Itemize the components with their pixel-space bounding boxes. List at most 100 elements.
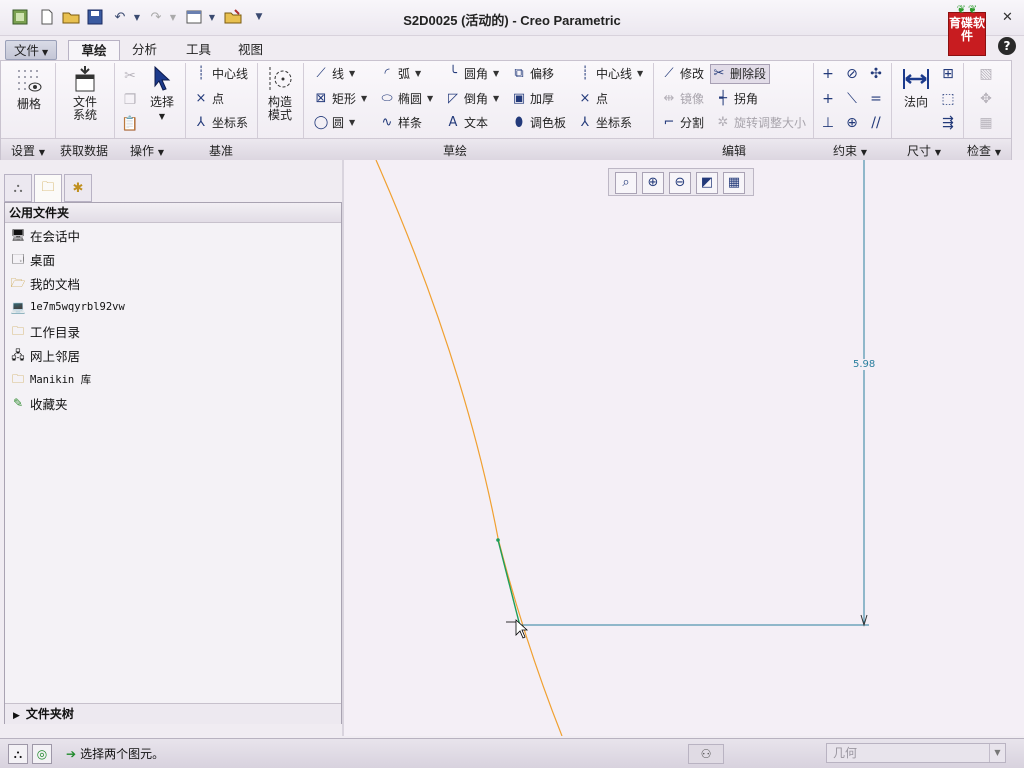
status-message-text: 选择两个图元。 bbox=[80, 747, 165, 761]
thicken-button[interactable]: ▣ 加厚 bbox=[511, 89, 554, 109]
ellipse-button[interactable]: ⬭ 椭圆 ▼ bbox=[379, 89, 433, 109]
datum-point-button[interactable]: × 点 bbox=[193, 89, 224, 109]
zoom-in-icon[interactable]: ⊕ bbox=[642, 172, 664, 194]
delete-segment-button[interactable]: ✂ 删除段 bbox=[710, 64, 771, 84]
group-editing: 编辑 bbox=[722, 144, 747, 158]
sketch-centerline-button[interactable]: ┊ 中心线 ▼ bbox=[577, 64, 643, 84]
symmetric-constraint-icon[interactable]: ⊕ bbox=[843, 114, 861, 132]
construction-mode-icon bbox=[269, 67, 292, 91]
coincident-constraint-icon[interactable]: ⟍ bbox=[843, 90, 861, 108]
group-dimension[interactable]: 尺寸 ▼ bbox=[907, 142, 941, 159]
nav-item-manikin-library[interactable]: 🗀 Manikin 库 bbox=[10, 369, 91, 389]
modify-button[interactable]: ⟋ 修改 bbox=[661, 64, 704, 84]
folder-tree-toggle[interactable]: ▶ 文件夹树 bbox=[5, 703, 341, 724]
perimeter-dimension-icon[interactable]: ⊞ bbox=[939, 65, 957, 83]
circle-button[interactable]: ◯ 圆 ▼ bbox=[313, 113, 355, 133]
group-inspect-label: 检查 bbox=[967, 144, 992, 158]
sketch-canvas[interactable] bbox=[344, 160, 1024, 736]
divide-button[interactable]: ⌐ 分割 bbox=[661, 113, 704, 133]
nav-item-network[interactable]: 🖧 网上邻居 bbox=[10, 345, 80, 365]
tab-file[interactable]: 文件 ▼ bbox=[5, 40, 58, 60]
fillet-button[interactable]: ╰ 圆角 ▼ bbox=[445, 64, 499, 84]
offset-button[interactable]: ⧉ 偏移 bbox=[511, 64, 554, 84]
zoom-out-icon[interactable]: ⊖ bbox=[669, 172, 691, 194]
folder-open-icon: 🗁 bbox=[10, 276, 26, 290]
baseline-dimension-icon[interactable]: ⇶ bbox=[939, 114, 957, 132]
datum-coordsys-button[interactable]: ⅄ 坐标系 bbox=[193, 113, 248, 133]
tangent-constraint-icon[interactable]: ⊘ bbox=[843, 65, 861, 83]
sketch-point-button[interactable]: × 点 bbox=[577, 89, 608, 109]
datum-centerline-button[interactable]: ┊ 中心线 bbox=[193, 64, 248, 84]
group-settings[interactable]: 设置 ▼ bbox=[11, 142, 45, 159]
graphics-window[interactable]: 5.98 bbox=[344, 160, 1024, 736]
select-button[interactable]: 选择 ▼ bbox=[145, 65, 179, 123]
ellipse-icon: ⬭ bbox=[381, 91, 393, 106]
midpoint-constraint-icon[interactable]: ✣ bbox=[867, 65, 885, 83]
group-inspect[interactable]: 检查 ▼ bbox=[967, 142, 1001, 159]
grid-button[interactable]: 栅格 bbox=[11, 67, 47, 111]
paste-icon[interactable]: 📋 bbox=[121, 115, 139, 133]
circle-label: 圆 bbox=[332, 116, 345, 130]
perpendicular-constraint-icon[interactable]: ⊥ bbox=[819, 114, 837, 132]
normal-dimension-button[interactable]: 法向 bbox=[897, 65, 935, 109]
folder-tree-label: 文件夹树 bbox=[25, 707, 74, 721]
dimension-value[interactable]: 5.98 bbox=[853, 359, 876, 370]
monitor-icon: 🖥 bbox=[10, 228, 26, 242]
nav-item-desktop[interactable]: 🗔 桌面 bbox=[10, 249, 55, 269]
nav-item-my-documents[interactable]: 🗁 我的文档 bbox=[10, 273, 80, 293]
model-tree-tab[interactable]: ⛬ bbox=[4, 174, 32, 202]
tab-view[interactable]: 视图 bbox=[230, 40, 271, 60]
copy-icon[interactable]: ❐ bbox=[121, 91, 139, 109]
reference-dimension-icon[interactable]: ⬚ bbox=[939, 90, 957, 108]
ellipse-label: 椭圆 bbox=[398, 92, 423, 106]
segment-endpoint[interactable] bbox=[496, 538, 500, 542]
spline-button[interactable]: ∿ 样条 bbox=[379, 113, 422, 133]
arc-button[interactable]: ◜ 弧 ▼ bbox=[379, 64, 421, 84]
selection-filter[interactable]: 几何 ▼ bbox=[826, 743, 1006, 763]
nav-item-favorites[interactable]: ✎ 收藏夹 bbox=[10, 393, 68, 413]
sketch-coordsys-button[interactable]: ⅄ 坐标系 bbox=[577, 113, 632, 133]
browser-toggle-icon[interactable]: ◎ bbox=[32, 744, 52, 764]
highlighted-segment[interactable] bbox=[497, 539, 521, 627]
vertical-constraint-icon[interactable]: + bbox=[819, 65, 837, 83]
maximize-icon[interactable]: ✕ bbox=[1002, 10, 1013, 25]
favorites-star-icon: ✱ bbox=[72, 180, 84, 196]
highlight-open-ends-icon[interactable]: ✥ bbox=[977, 90, 995, 108]
model-tree-icon: ⛬ bbox=[13, 180, 23, 196]
construction-mode-button[interactable]: 构造 模式 bbox=[263, 65, 297, 122]
group-constrain[interactable]: 约束 ▼ bbox=[833, 142, 867, 159]
text-button[interactable]: A 文本 bbox=[445, 113, 488, 133]
sketch-curve[interactable] bbox=[375, 160, 563, 736]
cut-icon[interactable]: ✂ bbox=[121, 67, 139, 85]
rotate-resize-button[interactable]: ✲ 旋转调整大小 bbox=[715, 113, 806, 133]
shade-closed-loops-icon[interactable]: ▦ bbox=[977, 114, 995, 132]
horizontal-constraint-icon[interactable]: + bbox=[819, 90, 837, 108]
file-system-button[interactable]: 文件 系统 bbox=[63, 65, 107, 122]
nav-item-computer[interactable]: 💻 1e7m5wqyrbl92vw bbox=[10, 297, 125, 317]
tab-tools[interactable]: 工具 bbox=[178, 40, 219, 60]
chamfer-button[interactable]: ◸ 倒角 ▼ bbox=[445, 89, 499, 109]
folder-browser-tab[interactable]: 🗀 bbox=[34, 174, 62, 202]
grid-icon bbox=[18, 70, 42, 92]
mirror-button[interactable]: ⇹ 镜像 bbox=[661, 89, 704, 109]
nav-item-working-directory[interactable]: 🗀 工作目录 bbox=[10, 321, 80, 341]
sketch-view-icon[interactable]: ◩ bbox=[696, 172, 718, 194]
favorites-tab[interactable]: ✱ bbox=[64, 174, 92, 202]
tab-analysis[interactable]: 分析 bbox=[124, 40, 165, 60]
equal-constraint-icon[interactable]: = bbox=[867, 90, 885, 108]
refit-icon[interactable]: ⌕ bbox=[615, 172, 637, 194]
group-operations[interactable]: 操作 ▼ bbox=[130, 142, 164, 159]
display-style-icon[interactable]: ▦ bbox=[723, 172, 745, 194]
corner-button[interactable]: ┽ 拐角 bbox=[715, 89, 758, 109]
chevron-down-icon: ▼ bbox=[38, 148, 45, 157]
rectangle-button[interactable]: ⊠ 矩形 ▼ bbox=[313, 89, 368, 109]
mirror-label: 镜像 bbox=[680, 92, 705, 106]
overlap-geometry-icon[interactable]: ▧ bbox=[977, 65, 995, 83]
navigator-toggle-icon[interactable]: ⛬ bbox=[8, 744, 28, 764]
tab-sketch[interactable]: 草绘 bbox=[68, 40, 120, 60]
selection-buffer-icon[interactable]: ⚇ bbox=[688, 744, 724, 764]
line-button[interactable]: ⟋ 线 ▼ bbox=[313, 64, 355, 84]
nav-item-in-session[interactable]: 🖥 在会话中 bbox=[10, 225, 80, 245]
parallel-constraint-icon[interactable]: // bbox=[867, 114, 885, 132]
palette-button[interactable]: ⬮ 调色板 bbox=[511, 113, 566, 133]
